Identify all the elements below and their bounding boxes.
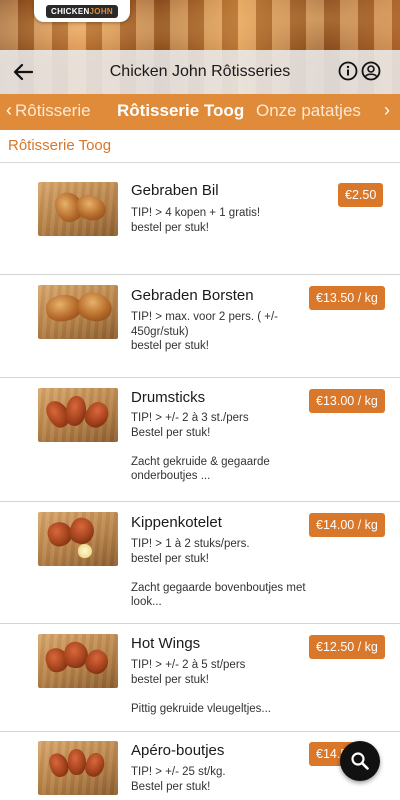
product-description: TIP! > +/- 2 à 5 st/pers bestel per stuk… (131, 659, 271, 715)
list-item[interactable]: Drumsticks TIP! > +/- 2 à 3 st./pers Bes… (0, 378, 400, 502)
tabs-next-chevron-icon[interactable]: › (384, 100, 390, 121)
product-image (38, 182, 118, 236)
price-button[interactable]: €13.50 / kg (309, 286, 385, 310)
tab-rotisserie-toog[interactable]: Rôtisserie Toog (117, 101, 244, 121)
product-name: Drumsticks (131, 389, 206, 406)
tab-rotisserie[interactable]: Rôtisserie (15, 101, 91, 121)
search-icon (351, 752, 369, 770)
logo: CHICKENJOHN (34, 0, 130, 22)
list-item[interactable]: Gebraben Bil TIP! > 4 kopen + 1 gratis! … (0, 163, 400, 275)
product-name: Gebraden Borsten (131, 287, 254, 304)
product-name: Kippenkotelet (131, 514, 222, 531)
list-item[interactable]: Hot Wings TIP! > +/- 2 à 5 st/pers beste… (0, 624, 400, 732)
product-description: TIP! > 1 à 2 stuks/pers. bestel per stuk… (131, 538, 306, 608)
price-button[interactable]: €14.00 / kg (309, 513, 385, 537)
product-name: Apéro-boutjes (131, 742, 225, 759)
logo-text-right: JOHN (89, 6, 113, 16)
product-name: Gebraben Bil (131, 182, 219, 199)
product-image (38, 634, 118, 688)
product-description: TIP! > +/- 2 à 3 st./pers Bestel per stu… (131, 412, 270, 482)
product-image (38, 512, 118, 566)
info-icon (338, 61, 358, 81)
product-image (38, 285, 118, 339)
product-image (38, 388, 118, 442)
product-description: TIP! > max. voor 2 pers. ( +/- 450gr/stu… (131, 311, 278, 352)
product-name: Hot Wings (131, 635, 201, 652)
product-description: TIP! > +/- 25 st/kg. Bestel per stuk! (131, 766, 226, 793)
logo-text-left: CHICKEN (51, 6, 90, 16)
price-button[interactable]: €13.00 / kg (309, 389, 385, 413)
list-item[interactable]: Kippenkotelet TIP! > 1 à 2 stuks/pers. b… (0, 502, 400, 624)
tabs-prev-chevron-icon[interactable]: ‹ (6, 100, 12, 121)
tab-onze-patatjes[interactable]: Onze patatjes (256, 101, 361, 121)
search-button[interactable] (340, 741, 380, 781)
product-description: TIP! > 4 kopen + 1 gratis! bestel per st… (131, 207, 261, 234)
category-tabs: ‹ Rôtisserie Rôtisserie Toog Onze patatj… (0, 94, 400, 130)
info-button[interactable] (338, 61, 360, 83)
header-banner: CHICKENJOHN Chicken John Rôtisseries (0, 0, 400, 95)
user-icon (361, 61, 381, 81)
user-button[interactable] (361, 61, 383, 83)
price-button[interactable]: €12.50 / kg (309, 635, 385, 659)
title-bar: Chicken John Rôtisseries (0, 50, 400, 94)
product-image (38, 741, 118, 795)
section-title: Rôtisserie Toog (8, 137, 112, 154)
list-item[interactable]: Gebraden Borsten TIP! > max. voor 2 pers… (0, 275, 400, 378)
price-button[interactable]: €2.50 (338, 183, 384, 207)
